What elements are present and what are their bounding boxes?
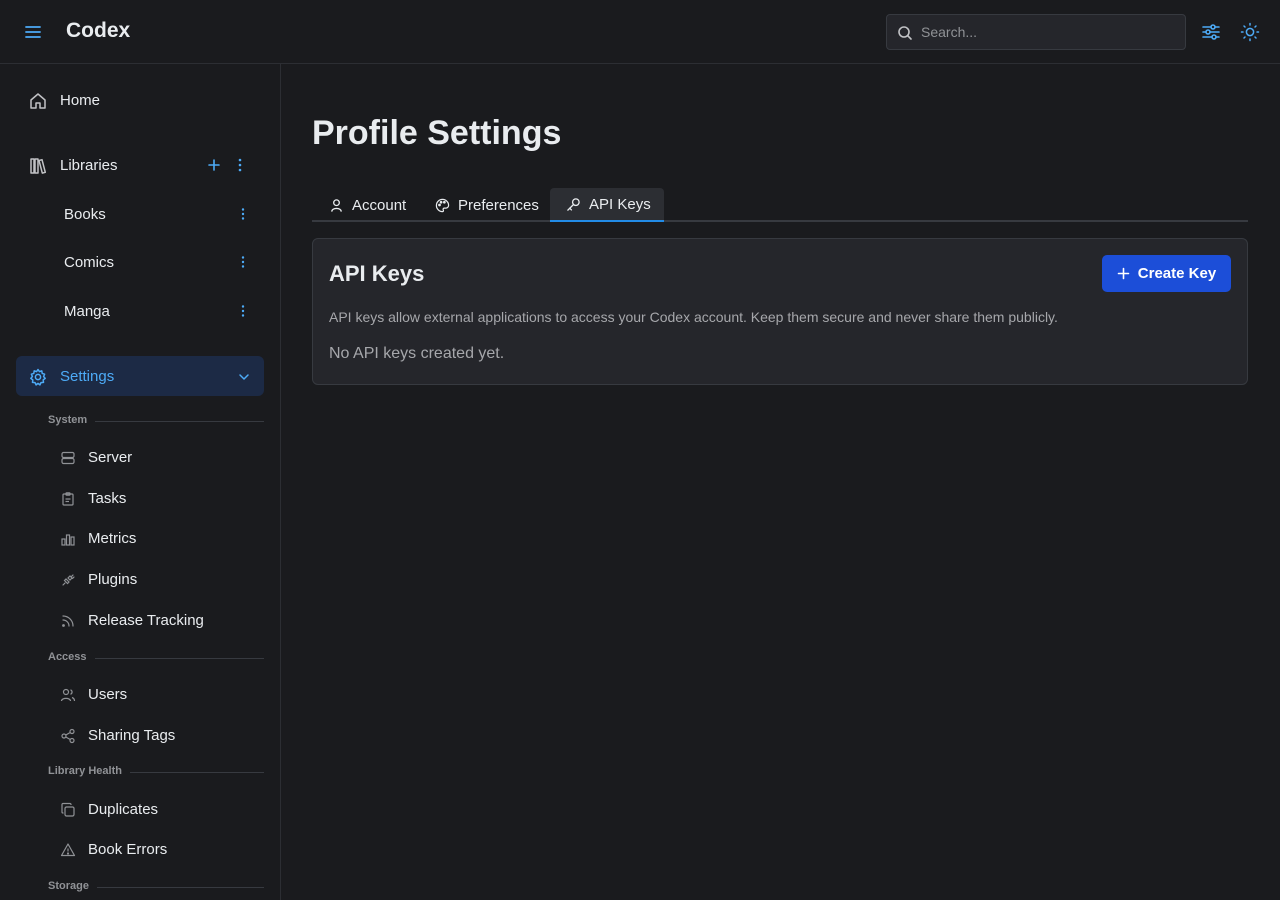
plus-icon — [1117, 267, 1130, 280]
section-title: Access — [48, 651, 95, 663]
sidebar-item-label: Server — [88, 449, 133, 466]
sidebar-item-label: Duplicates — [88, 801, 159, 818]
sidebar-item-book-errors[interactable]: Book Errors — [48, 832, 264, 868]
sidebar-item-label: Tasks — [88, 490, 127, 507]
home-icon — [28, 91, 48, 111]
sidebar-item-library[interactable]: Books — [48, 194, 264, 234]
library-label: Manga — [64, 303, 110, 320]
section-storage: Storage — [48, 880, 264, 896]
users-icon — [60, 687, 76, 703]
search-box[interactable] — [886, 14, 1186, 50]
section-system: System — [48, 414, 264, 430]
filters-icon[interactable] — [1200, 21, 1222, 43]
library-label: Comics — [64, 254, 115, 271]
share-icon — [60, 728, 76, 744]
search-input[interactable] — [921, 15, 1181, 49]
sidebar-item-label: Home — [60, 91, 101, 109]
user-icon — [329, 198, 344, 213]
sidebar-item-label: Settings — [60, 367, 115, 385]
library-label: Books — [64, 206, 106, 223]
library-icon — [28, 156, 48, 176]
sidebar-item-label: Sharing Tags — [88, 727, 176, 744]
section-access: Access — [48, 651, 264, 667]
plug-icon — [60, 572, 76, 588]
sidebar-item-label: Users — [88, 686, 128, 703]
sidebar-item-release-tracking[interactable]: Release Tracking — [48, 603, 264, 639]
copy-icon — [60, 802, 76, 818]
sidebar-item-label: Release Tracking — [88, 612, 204, 629]
library-more-icon[interactable] — [236, 255, 250, 269]
tab-preferences[interactable]: Preferences — [419, 188, 550, 222]
settings-tabs: Account Preferences API Keys — [312, 188, 1248, 222]
card-title: API Keys — [329, 261, 425, 286]
sidebar-item-libraries[interactable]: Libraries — [16, 145, 264, 185]
palette-icon — [435, 198, 450, 213]
sidebar-item-label: Plugins — [88, 571, 138, 588]
sidebar-item-duplicates[interactable]: Duplicates — [48, 792, 264, 828]
create-key-label: Create Key — [1137, 265, 1217, 282]
sidebar-item-label: Libraries — [60, 156, 118, 174]
empty-state-text: No API keys created yet. — [329, 345, 505, 362]
library-more-icon[interactable] — [236, 304, 250, 318]
tab-label: API Keys — [589, 195, 651, 213]
chevron-down-icon — [237, 370, 251, 384]
add-library-icon[interactable] — [207, 158, 221, 172]
sidebar: Home Libraries Books Comics Manga Settin… — [0, 64, 281, 900]
sidebar-item-label: Metrics — [88, 530, 137, 547]
sidebar-item-settings[interactable]: Settings — [16, 356, 264, 396]
tab-account[interactable]: Account — [312, 188, 418, 222]
warning-icon — [60, 842, 76, 858]
sidebar-item-home[interactable]: Home — [16, 80, 264, 120]
section-title: Library Health — [48, 765, 130, 777]
library-more-icon[interactable] — [236, 207, 250, 221]
sidebar-item-metrics[interactable]: Metrics — [48, 521, 264, 557]
tab-label: Account — [352, 196, 407, 214]
menu-toggle-icon[interactable] — [22, 21, 44, 43]
libraries-more-icon[interactable] — [233, 158, 247, 172]
card-description: API keys allow external applications to … — [329, 309, 1058, 325]
key-icon — [566, 197, 581, 212]
api-keys-card: API Keys Create Key API keys allow exter… — [312, 238, 1248, 385]
rss-icon — [60, 613, 76, 629]
sidebar-item-library[interactable]: Comics — [48, 242, 264, 282]
sidebar-item-library[interactable]: Manga — [48, 291, 264, 331]
section-title: Storage — [48, 880, 97, 892]
sidebar-item-sharing-tags[interactable]: Sharing Tags — [48, 718, 264, 754]
section-library-health: Library Health — [48, 765, 264, 781]
app-title[interactable]: Codex — [66, 19, 130, 43]
tab-label: Preferences — [458, 196, 539, 214]
sidebar-item-users[interactable]: Users — [48, 677, 264, 713]
create-key-button[interactable]: Create Key — [1102, 255, 1231, 292]
theme-toggle-icon[interactable] — [1239, 21, 1261, 43]
page-title: Profile Settings — [312, 114, 562, 152]
gear-icon — [28, 367, 48, 387]
sidebar-item-label: Book Errors — [88, 841, 168, 858]
app-header: Codex — [0, 0, 1280, 64]
sidebar-item-plugins[interactable]: Plugins — [48, 562, 264, 598]
section-title: System — [48, 414, 96, 426]
sidebar-item-tasks[interactable]: Tasks — [48, 481, 264, 517]
tab-api-keys[interactable]: API Keys — [550, 188, 664, 222]
server-icon — [60, 450, 76, 466]
bar-chart-icon — [60, 531, 76, 547]
sidebar-item-server[interactable]: Server — [48, 440, 264, 476]
clipboard-icon — [60, 491, 76, 507]
search-icon — [897, 25, 913, 41]
